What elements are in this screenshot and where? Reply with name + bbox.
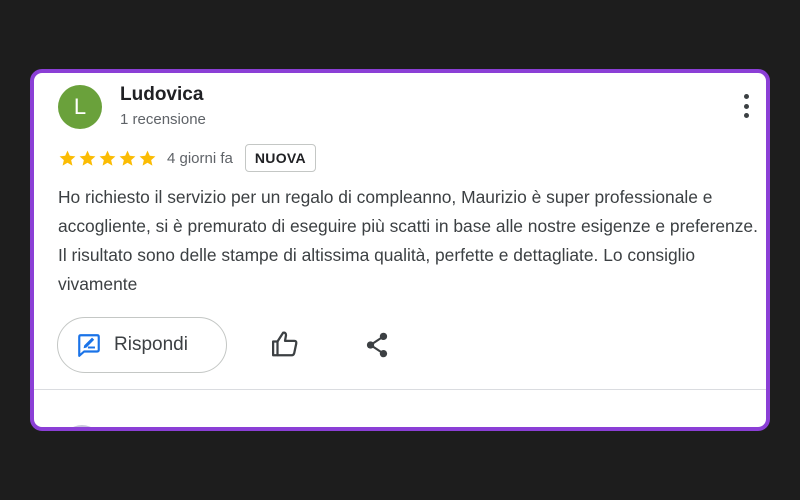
new-badge: NUOVA [244,144,316,172]
star-icon [99,150,116,166]
more-dot [743,94,749,99]
star-icon [59,150,76,166]
more-dot [743,103,749,109]
avatar[interactable]: L [58,85,102,129]
reply-button[interactable]: Rispondi [57,317,227,373]
review-date: 4 giorni fa [167,149,233,167]
next-review-avatar[interactable] [62,425,102,427]
review-text: Ho richiesto il servizio per un regalo d… [58,187,758,294]
reply-icon [78,334,100,357]
reviewer-name[interactable]: Ludovica [120,84,203,106]
star-rating [58,149,157,168]
divider [34,389,766,390]
review-count[interactable]: 1 recensione [120,111,206,128]
rating-row: 4 giorni fa NUOVA [58,143,316,173]
more-dot [743,113,749,118]
thumb-up-icon[interactable] [270,329,300,359]
star-icon [119,150,136,166]
share-icon[interactable] [364,331,390,359]
star-icon [139,150,156,166]
star-icon [79,150,96,166]
more-vert-icon[interactable] [734,91,758,121]
reply-label: Rispondi [114,334,188,355]
review-card: L Ludovica 1 recensione 4 giorni fa NUOV… [30,69,770,431]
